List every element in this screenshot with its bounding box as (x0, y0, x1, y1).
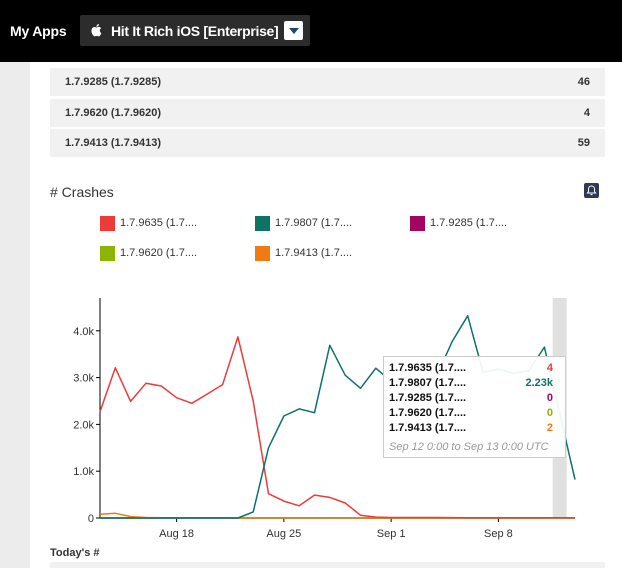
y-tick-label: 4.0k (73, 326, 94, 338)
tooltip-series-value: 2.23k (525, 377, 553, 389)
tooltip-series-name: 1.7.9620 (1.7.... (389, 407, 467, 419)
y-tick-label: 3.0k (73, 373, 94, 385)
y-tick-label: 1.0k (73, 466, 94, 478)
tooltip-row: 1.7.9413 (1.7.... 2 (389, 422, 561, 436)
tooltip-row: 1.7.9635 (1.7.... 4 (389, 362, 561, 376)
x-tick-label: Aug 18 (159, 528, 194, 540)
crashes-chart: 0 1.0k 2.0k 3.0k 4.0k Aug 18 Aug 25 Sep 1 Sep 8 (73, 298, 576, 540)
x-tick-label: Sep 1 (377, 528, 406, 540)
x-tick-label: Aug 25 (266, 528, 301, 540)
tooltip-row: 1.7.9285 (1.7.... 0 (389, 392, 561, 406)
chart-tooltip: 1.7.9635 (1.7.... 4 1.7.9807 (1.7.... 2.… (383, 356, 566, 458)
tooltip-series-name: 1.7.9285 (1.7.... (389, 392, 467, 404)
x-tick-label: Sep 8 (484, 528, 513, 540)
todays-panel (50, 562, 605, 568)
tooltip-series-value: 0 (546, 407, 553, 419)
tooltip-series-value: 0 (546, 392, 553, 404)
tooltip-series-name: 1.7.9807 (1.7.... (389, 377, 467, 389)
tooltip-series-name: 1.7.9413 (1.7.... (389, 422, 467, 434)
tooltip-row: 1.7.9807 (1.7.... 2.23k (389, 377, 561, 391)
tooltip-row: 1.7.9620 (1.7.... 0 (389, 407, 561, 421)
tooltip-series-value: 2 (546, 422, 553, 434)
y-tick-label: 2.0k (73, 419, 94, 431)
tooltip-series-value: 4 (546, 362, 553, 374)
tooltip-series-name: 1.7.9635 (1.7.... (389, 362, 467, 374)
todays-title: Today's # (50, 547, 100, 559)
y-tick-label: 0 (88, 513, 94, 525)
tooltip-range: Sep 12 0:00 to Sep 13 0:00 UTC (389, 441, 549, 453)
